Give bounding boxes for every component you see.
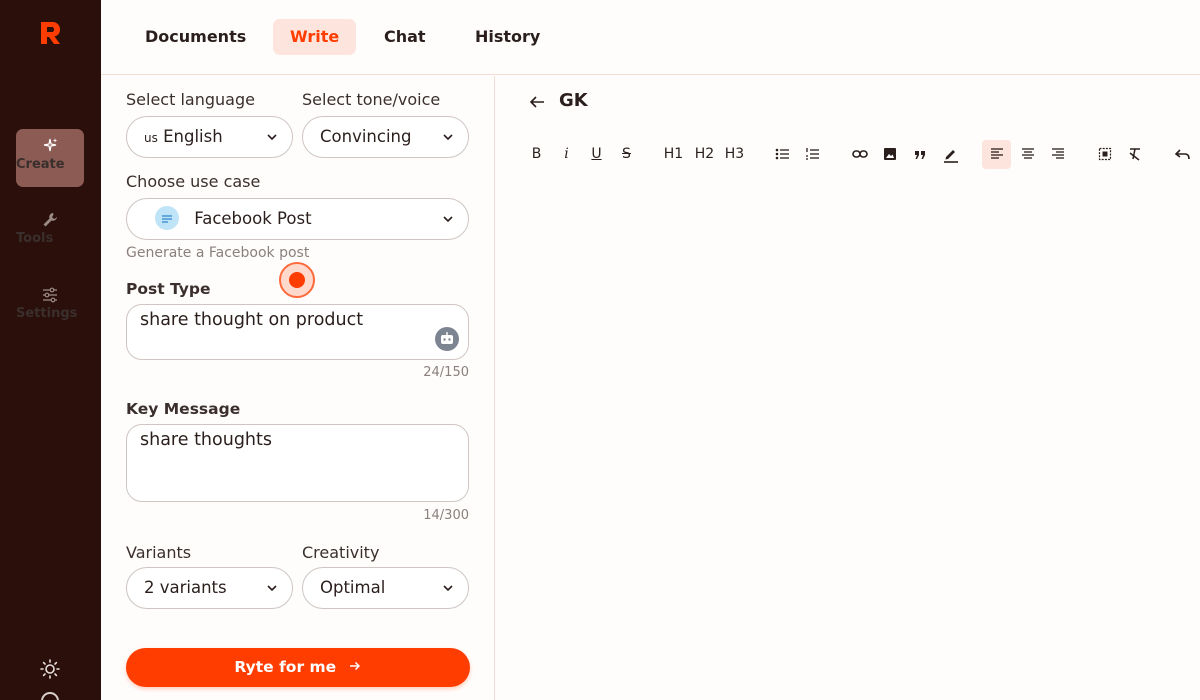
post-type-input[interactable]: share thought on product: [126, 304, 469, 360]
clear-format-icon: [1127, 147, 1142, 161]
use-case-label: Choose use case: [126, 172, 260, 191]
top-tabs: Documents Write Chat History: [101, 0, 1200, 75]
tab-documents[interactable]: Documents: [128, 19, 263, 55]
sliders-icon: [41, 286, 59, 304]
nav-tools[interactable]: Tools: [16, 203, 84, 261]
creativity-label: Creativity: [302, 543, 379, 562]
undo-button[interactable]: [1168, 140, 1197, 169]
tab-write[interactable]: Write: [273, 19, 356, 55]
tone-value: Convincing: [320, 127, 411, 146]
left-rail: Create Tools Settings: [0, 0, 101, 700]
tone-select[interactable]: Convincing: [302, 116, 469, 158]
heading3-button[interactable]: H3: [720, 140, 749, 169]
variants-select[interactable]: 2 variants: [126, 567, 293, 609]
key-message-input[interactable]: share thoughts: [126, 424, 469, 502]
chevron-down-icon: [266, 131, 278, 143]
key-message-label: Key Message: [126, 400, 240, 418]
use-case-hint: Generate a Facebook post: [126, 245, 309, 261]
align-right-button[interactable]: [1043, 140, 1072, 169]
quote-icon: [913, 147, 927, 161]
document-editor: GK B i U S H1 H2 H3: [496, 76, 1200, 700]
nav-create[interactable]: Create: [16, 129, 84, 187]
highlight-button[interactable]: [936, 140, 965, 169]
bullet-list-icon: [775, 147, 790, 161]
bullet-list-button[interactable]: [768, 140, 797, 169]
use-case-select[interactable]: Facebook Post: [126, 198, 469, 240]
key-message-counter: 14/300: [389, 508, 469, 523]
write-form: Select language Select tone/voice us Eng…: [101, 76, 495, 700]
nav-tools-label: Tools: [16, 231, 53, 246]
chevron-down-icon: [266, 582, 278, 594]
post-type-counter: 24/150: [389, 365, 469, 380]
align-right-icon: [1051, 147, 1065, 161]
language-select[interactable]: us English: [126, 116, 293, 158]
bold-button[interactable]: B: [522, 140, 551, 169]
nav-settings[interactable]: Settings: [16, 278, 84, 336]
link-icon: [852, 147, 868, 161]
document-title[interactable]: GK: [559, 90, 588, 111]
italic-button[interactable]: i: [552, 140, 581, 169]
arrow-right-icon: [348, 659, 362, 673]
pen-icon: [943, 147, 959, 163]
heading2-button[interactable]: H2: [690, 140, 719, 169]
sun-icon[interactable]: [40, 659, 60, 679]
numbered-list-icon: [805, 147, 820, 161]
help-icon[interactable]: [41, 692, 59, 700]
align-left-button[interactable]: [982, 140, 1011, 169]
numbered-list-button[interactable]: [798, 140, 827, 169]
quote-button[interactable]: [905, 140, 934, 169]
tone-label: Select tone/voice: [302, 90, 440, 109]
ryte-for-me-label: Ryte for me: [234, 658, 336, 676]
undo-icon: [1175, 147, 1191, 161]
chevron-down-icon: [442, 213, 454, 225]
ryte-logo[interactable]: [38, 20, 62, 46]
language-flag: us: [144, 131, 158, 145]
chevron-down-icon: [442, 582, 454, 594]
ryte-for-me-button[interactable]: Ryte for me: [126, 648, 470, 687]
clear-format-button[interactable]: [1120, 140, 1149, 169]
sparkles-icon: [41, 137, 59, 155]
tab-history[interactable]: History: [458, 19, 557, 55]
image-icon: [883, 147, 897, 161]
strikethrough-button[interactable]: S: [612, 140, 641, 169]
variants-value: 2 variants: [144, 578, 227, 597]
creativity-value: Optimal: [320, 578, 385, 597]
language-label: Select language: [126, 90, 255, 109]
wrench-icon: [41, 211, 59, 229]
select-all-button[interactable]: [1090, 140, 1119, 169]
recording-indicator: [279, 262, 315, 298]
creativity-select[interactable]: Optimal: [302, 567, 469, 609]
variants-label: Variants: [126, 543, 191, 562]
link-button[interactable]: [845, 140, 874, 169]
arrow-left-icon[interactable]: [528, 93, 546, 111]
nav-create-label: Create: [16, 157, 65, 172]
post-type-value: share thought on product: [140, 310, 363, 330]
underline-button[interactable]: U: [582, 140, 611, 169]
language-value: English: [163, 127, 223, 146]
heading1-button[interactable]: H1: [659, 140, 688, 169]
document-icon: [155, 206, 179, 230]
key-message-value: share thoughts: [140, 430, 272, 450]
bot-icon[interactable]: [435, 327, 459, 351]
align-center-button[interactable]: [1013, 140, 1042, 169]
align-left-icon: [990, 147, 1004, 161]
align-center-icon: [1021, 147, 1035, 161]
chevron-down-icon: [442, 131, 454, 143]
image-button[interactable]: [875, 140, 904, 169]
nav-settings-label: Settings: [16, 306, 77, 321]
post-type-label: Post Type: [126, 280, 211, 298]
select-all-icon: [1098, 147, 1112, 161]
use-case-value: Facebook Post: [194, 209, 311, 228]
tab-chat[interactable]: Chat: [367, 19, 443, 55]
